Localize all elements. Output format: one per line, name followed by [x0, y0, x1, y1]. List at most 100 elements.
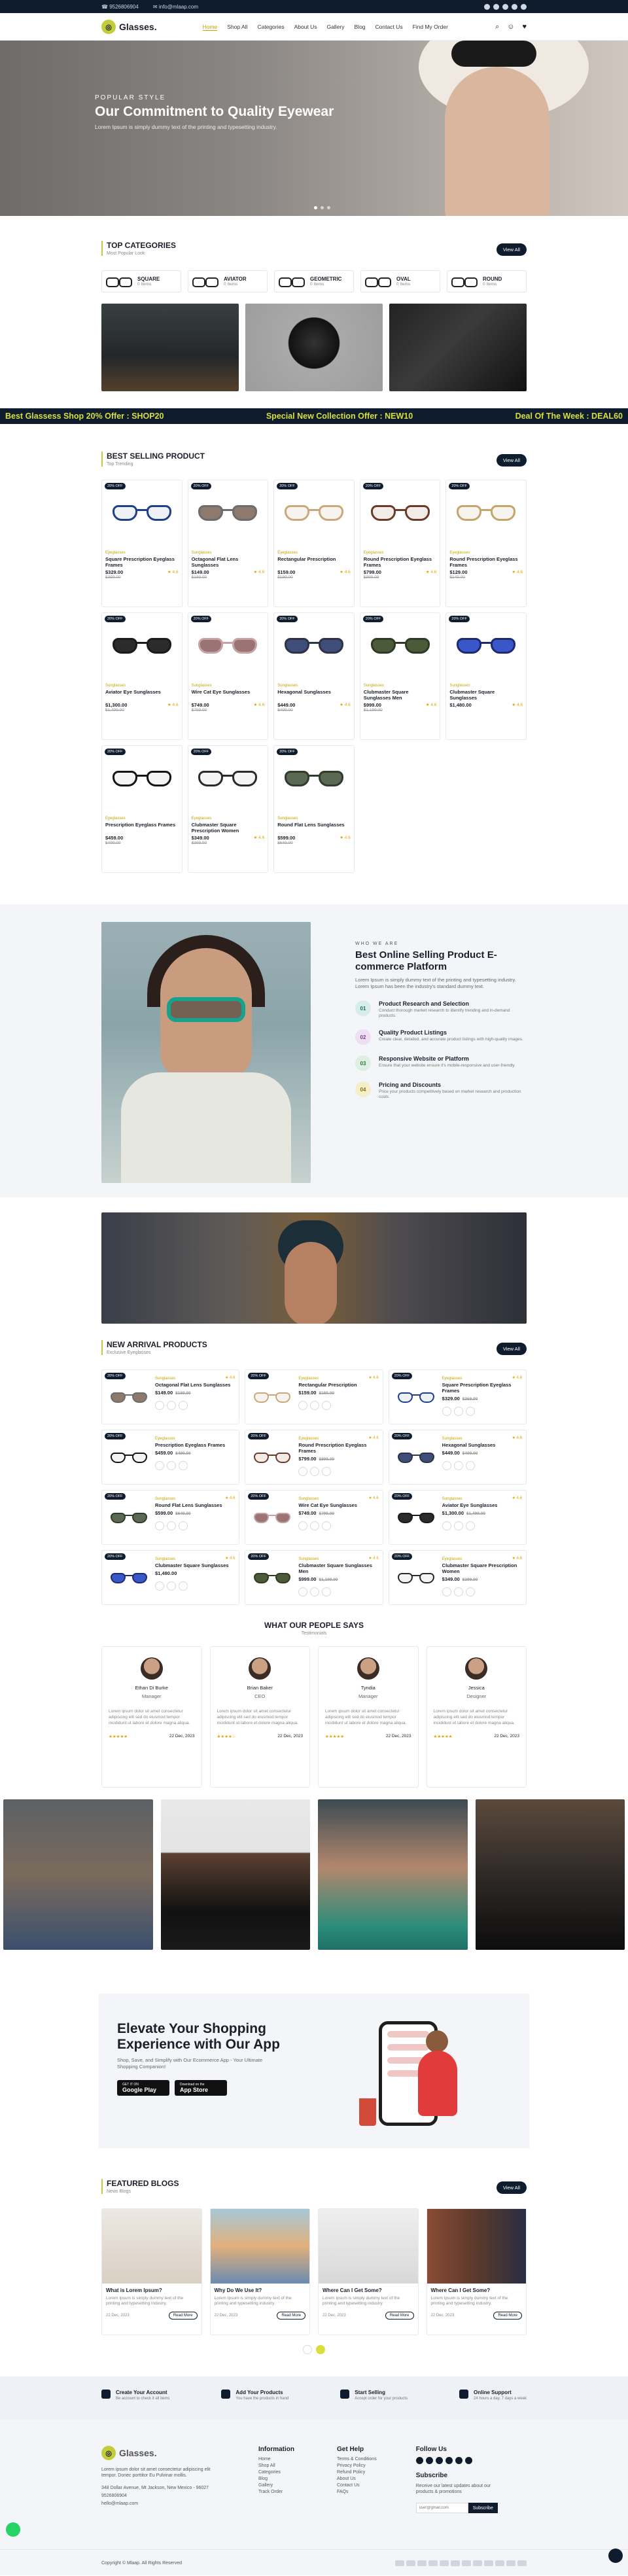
category-card[interactable]: Aviator 0 Items [188, 270, 268, 292]
quick-view-icon[interactable] [310, 1401, 320, 1410]
product-name[interactable]: Clubmaster Square Sunglasses [155, 1562, 236, 1568]
product-name[interactable]: Prescription Eyeglass Frames [105, 822, 179, 834]
blog-title[interactable]: Where Can I Get Some? [431, 2287, 523, 2293]
read-more-button[interactable]: Read More [168, 2312, 198, 2320]
whatsapp-icon[interactable] [6, 2522, 20, 2537]
wishlist-icon[interactable] [298, 1521, 308, 1530]
product-image[interactable] [392, 1373, 440, 1421]
product-image[interactable] [192, 616, 265, 675]
footer-help-link[interactable]: Terms & Conditions [337, 2457, 377, 2461]
user-icon[interactable]: ☺ [507, 23, 514, 31]
pinterest-icon[interactable] [464, 2457, 472, 2464]
product-card[interactable]: 20% OFF Sunglasses Aviator Eye Sunglasses $… [388, 1490, 527, 1545]
product-card[interactable]: 20% OFF Eyeglasses Square Prescription Eye… [101, 480, 183, 607]
product-name[interactable]: Octagonal Flat Lens Sunglasses [192, 556, 265, 568]
nav-link-gallery[interactable]: Gallery [327, 24, 345, 31]
phone-call-icon[interactable] [608, 2549, 623, 2563]
product-card[interactable]: 20% OFF Sunglasses Hexagonal Sunglasses $44… [388, 1430, 527, 1485]
blog-card[interactable]: What is Lorem Ipsum? Lorem Ipsum is simpl… [101, 2208, 202, 2335]
product-image[interactable] [105, 1433, 152, 1481]
quick-view-icon[interactable] [167, 1461, 176, 1470]
wishlist-icon[interactable] [442, 1521, 451, 1530]
footer-info-link[interactable]: Home [258, 2457, 294, 2461]
product-name[interactable]: Hexagonal Sunglasses [277, 689, 351, 701]
product-name[interactable]: Round Flat Lens Sunglasses [155, 1502, 236, 1508]
nav-link-blog[interactable]: Blog [355, 24, 366, 31]
product-name[interactable]: Prescription Eyeglass Frames [155, 1442, 236, 1448]
category-card[interactable]: Geometric 0 Items [274, 270, 354, 292]
product-card[interactable]: 20% OFF Eyeglasses Prescription Eyeglass F… [101, 1430, 240, 1485]
quick-view-icon[interactable] [310, 1521, 320, 1530]
product-card[interactable]: 20% OFF Sunglasses Octagonal Flat Lens Sun… [187, 480, 269, 607]
next-arrow-icon[interactable] [316, 2345, 325, 2354]
footer-help-link[interactable]: Contact Us [337, 2483, 377, 2488]
product-name[interactable]: Aviator Eye Sunglasses [105, 689, 179, 701]
youtube-icon[interactable] [521, 3, 527, 10]
product-name[interactable]: Rectangular Prescription [277, 556, 351, 568]
facebook-icon[interactable] [484, 3, 490, 10]
product-name[interactable]: Clubmaster Square Sunglasses [449, 689, 523, 701]
product-card[interactable]: 20% OFF Sunglasses Wire Cat Eye Sunglasses… [187, 612, 269, 740]
product-card[interactable]: 20% OFF Sunglasses Round Flat Lens Sunglas… [101, 1490, 240, 1545]
quick-view-icon[interactable] [310, 1467, 320, 1476]
quick-view-icon[interactable] [453, 1587, 463, 1597]
blog-image[interactable] [102, 2209, 201, 2284]
product-name[interactable]: Round Prescription Eyeglass Frames [364, 556, 437, 568]
category-image[interactable] [389, 304, 527, 391]
quick-view-icon[interactable] [167, 1401, 176, 1410]
product-name[interactable]: Square Prescription Eyeglass Frames [442, 1382, 523, 1394]
nav-link-about-us[interactable]: About Us [294, 24, 317, 31]
add-to-cart-icon[interactable] [465, 1521, 475, 1530]
add-to-cart-icon[interactable] [179, 1461, 188, 1470]
category-image[interactable] [101, 304, 239, 391]
footer-help-link[interactable]: Refund Policy [337, 2470, 377, 2475]
quick-view-icon[interactable] [453, 1521, 463, 1530]
product-image[interactable] [105, 1373, 152, 1421]
footer-help-link[interactable]: About Us [337, 2477, 377, 2481]
nav-link-shop-all[interactable]: Shop All [227, 24, 247, 31]
subscribe-email-input[interactable] [415, 2503, 468, 2513]
phone-text[interactable]: ☎ 9526806904 [101, 4, 145, 10]
product-image[interactable] [105, 1493, 152, 1542]
product-card[interactable]: 20% OFF Eyeglasses Clubmaster Square Presc… [187, 745, 269, 873]
facebook-icon[interactable] [415, 2457, 423, 2464]
prev-arrow-icon[interactable] [303, 2345, 312, 2354]
product-name[interactable]: Round Prescription Eyeglass Frames [449, 556, 523, 568]
product-name[interactable]: Rectangular Prescription [298, 1382, 379, 1388]
product-image[interactable] [449, 616, 523, 675]
category-card[interactable]: Oval 0 Items [360, 270, 440, 292]
add-to-cart-icon[interactable] [322, 1401, 332, 1410]
product-card[interactable]: 20% OFF Sunglasses Wire Cat Eye Sunglasses… [245, 1490, 383, 1545]
product-name[interactable]: Square Prescription Eyeglass Frames [105, 556, 179, 568]
product-card[interactable]: 20% OFF Eyeglasses Clubmaster Square Presc… [388, 1550, 527, 1605]
product-image[interactable] [249, 1433, 296, 1481]
product-image[interactable] [277, 749, 351, 807]
wishlist-icon[interactable] [155, 1461, 164, 1470]
view-all-button[interactable]: View All [496, 1343, 527, 1355]
footer-info-link[interactable]: Shop All [258, 2463, 294, 2468]
add-to-cart-icon[interactable] [465, 1407, 475, 1416]
product-card[interactable]: 20% OFF Sunglasses Clubmaster Square Sungl… [101, 1550, 240, 1605]
product-name[interactable]: Round Flat Lens Sunglasses [277, 822, 351, 834]
nav-link-contact-us[interactable]: Contact Us [375, 24, 403, 31]
product-card[interactable]: 20% OFF Eyeglasses Round Prescription Eyeg… [359, 480, 441, 607]
product-image[interactable] [249, 1553, 296, 1602]
product-name[interactable]: Octagonal Flat Lens Sunglasses [155, 1382, 236, 1388]
cart-icon[interactable]: ♥ [522, 23, 527, 31]
google-play-button[interactable]: GET IT ON Google Play [117, 2080, 169, 2096]
read-more-button[interactable]: Read More [277, 2312, 305, 2320]
product-image[interactable] [364, 616, 437, 675]
nav-link-home[interactable]: Home [202, 24, 218, 31]
product-card[interactable]: 20% OFF Eyeglasses Square Prescription Eye… [388, 1369, 527, 1424]
nav-link-find-my-order[interactable]: Find My Order [413, 24, 448, 31]
product-image[interactable] [277, 616, 351, 675]
add-to-cart-icon[interactable] [465, 1587, 475, 1597]
hero-carousel-dots[interactable] [314, 206, 330, 209]
blog-title[interactable]: Why Do We Use It? [215, 2287, 306, 2293]
quick-view-icon[interactable] [310, 1587, 320, 1597]
footer-phone[interactable]: 9526806904 [101, 2493, 219, 2499]
blog-title[interactable]: Where Can I Get Some? [323, 2287, 414, 2293]
product-image[interactable] [277, 483, 351, 542]
product-image[interactable] [392, 1553, 440, 1602]
product-image[interactable] [392, 1493, 440, 1542]
